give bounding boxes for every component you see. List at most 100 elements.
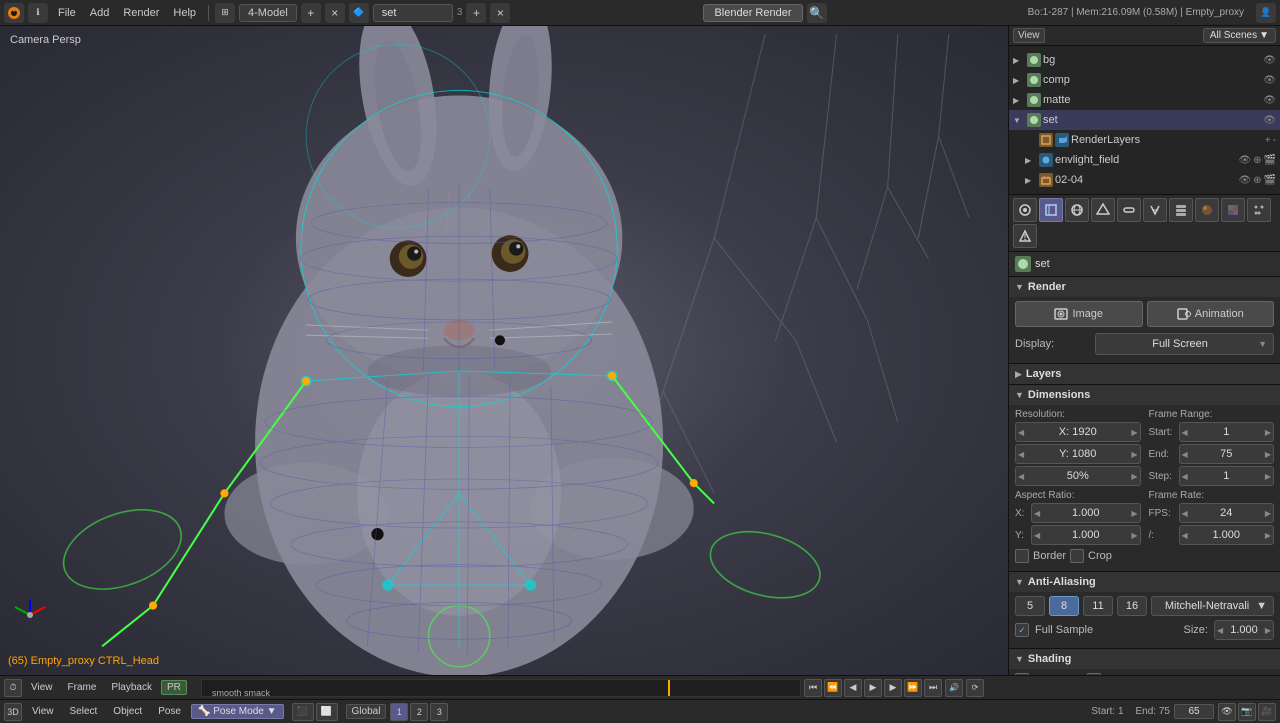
scene-props-icon[interactable] — [1039, 198, 1063, 222]
info-icon[interactable]: ℹ — [28, 3, 48, 23]
y-res-field[interactable]: ◀ Y: 1080 ▶ — [1015, 444, 1141, 464]
eye-icon-comp[interactable]: 👁 — [1263, 75, 1276, 86]
pose-menu[interactable]: Pose — [152, 704, 187, 719]
tree-item-bg[interactable]: ▶ bg 👁 — [1009, 50, 1280, 70]
render-props-icon[interactable] — [1013, 198, 1037, 222]
layer-btn-2[interactable]: 2 — [410, 703, 428, 721]
render-icon-0204[interactable]: 🎬 — [1264, 175, 1276, 186]
raytracing-checkbox[interactable] — [1087, 673, 1101, 675]
constraint-props-icon[interactable] — [1117, 198, 1141, 222]
shading-section-header[interactable]: ▼ Shading — [1009, 648, 1280, 669]
fps-field[interactable]: ◀ 24 ▶ — [1179, 503, 1275, 523]
eye-icon-env[interactable]: 👁 — [1238, 155, 1251, 166]
layers-section-header[interactable]: ▶ Layers — [1009, 363, 1280, 384]
aa-8-btn[interactable]: 8 — [1049, 596, 1079, 616]
overlay-btn-2[interactable]: 📷 — [1238, 703, 1256, 721]
render-engine-selector[interactable]: Blender Render — [703, 4, 802, 22]
cursor-icon-0204[interactable]: ⊕ — [1253, 175, 1261, 186]
menu-render[interactable]: Render — [117, 5, 165, 21]
overlay-btn-1[interactable]: 👁 — [1218, 703, 1236, 721]
layer-btn-3[interactable]: 3 — [430, 703, 448, 721]
size-field[interactable]: ◀ 1.000 ▶ — [1214, 620, 1274, 640]
timeline-ruler[interactable]: 0 5 10 15 20 25 30 35 40 45 50 smooth sm… — [201, 679, 801, 697]
textures-checkbox[interactable]: ✓ — [1015, 673, 1029, 675]
menu-add[interactable]: Add — [84, 5, 116, 21]
material-props-icon[interactable] — [1195, 198, 1219, 222]
step-field[interactable]: ◀ 1 ▶ — [1179, 466, 1275, 486]
eye-icon-bg[interactable]: 👁 — [1263, 55, 1276, 66]
layer-btn-1[interactable]: 1 — [390, 703, 408, 721]
scene-add-btn[interactable]: + — [466, 3, 486, 23]
object-props-icon[interactable] — [1091, 198, 1115, 222]
view-btn[interactable]: View — [1013, 28, 1045, 43]
current-frame-field[interactable]: 65 — [1174, 704, 1214, 719]
view-menu[interactable]: View — [26, 704, 60, 719]
window-type-selector[interactable]: 4-Model — [239, 4, 297, 22]
crop-checkbox[interactable] — [1070, 549, 1084, 563]
remove-rl-icon[interactable]: - — [1273, 135, 1276, 146]
percent-field[interactable]: ◀ 50% ▶ — [1015, 466, 1141, 486]
blender-logo[interactable] — [4, 3, 24, 23]
timeline-playback-btn[interactable]: Playback — [105, 680, 158, 695]
menu-file[interactable]: File — [52, 5, 82, 21]
timeline-frame-btn[interactable]: Frame — [62, 680, 103, 695]
eye-icon-matte[interactable]: 👁 — [1263, 95, 1276, 106]
remove-screen-btn[interactable]: × — [325, 3, 345, 23]
modifier-props-icon[interactable] — [1143, 198, 1167, 222]
aa-16-btn[interactable]: 16 — [1117, 596, 1147, 616]
scene-remove-btn[interactable]: × — [490, 3, 510, 23]
dimensions-section-header[interactable]: ▼ Dimensions — [1009, 384, 1280, 405]
aa-section-header[interactable]: ▼ Anti-Aliasing — [1009, 571, 1280, 592]
menu-help[interactable]: Help — [167, 5, 202, 21]
ax-field[interactable]: ◀ 1.000 ▶ — [1031, 503, 1141, 523]
aa-5-btn[interactable]: 5 — [1015, 596, 1045, 616]
user-prefs-btn[interactable]: 👤 — [1256, 3, 1276, 23]
image-render-btn[interactable]: Image — [1015, 301, 1143, 327]
data-props-icon[interactable] — [1169, 198, 1193, 222]
display-dropdown[interactable]: Full Screen ▼ — [1095, 333, 1274, 355]
timeline-view-icon[interactable]: ⏱ — [4, 679, 22, 697]
pr-btn[interactable]: PR — [161, 680, 187, 695]
animation-render-btn[interactable]: Animation — [1147, 301, 1275, 327]
wireframe-view-btn[interactable]: ⬜ — [316, 703, 338, 721]
next-frame-btn[interactable]: ▶ — [884, 679, 902, 697]
tree-item-envlight[interactable]: ▶ envlight_field 👁 ⊕ 🎬 — [1009, 150, 1280, 170]
aa-method-dropdown[interactable]: Mitchell-Netravali ▼ — [1151, 596, 1274, 616]
start-field[interactable]: ◀ 1 ▶ — [1179, 422, 1275, 442]
texture-props-icon[interactable] — [1221, 198, 1245, 222]
solid-view-btn[interactable]: ⬛ — [292, 703, 314, 721]
scene-icon[interactable]: 🔷 — [349, 3, 369, 23]
ay-field[interactable]: ◀ 1.000 ▶ — [1031, 525, 1141, 545]
render-icon-env[interactable]: 🎬 — [1264, 155, 1276, 166]
tree-item-matte[interactable]: ▶ matte 👁 — [1009, 90, 1280, 110]
prev-frame-btn[interactable]: ◀ — [844, 679, 862, 697]
mode-selector[interactable]: 🦴 Pose Mode ▼ — [191, 704, 284, 719]
timeline-view-btn[interactable]: View — [25, 680, 59, 695]
add-screen-btn[interactable]: + — [301, 3, 321, 23]
eye-icon-set[interactable]: 👁 — [1263, 115, 1276, 126]
tree-item-comp[interactable]: ▶ comp 👁 — [1009, 70, 1280, 90]
fps2-field[interactable]: ◀ 1.000 ▶ — [1179, 525, 1275, 545]
select-menu[interactable]: Select — [64, 704, 104, 719]
scene-selector[interactable]: set — [373, 4, 453, 22]
full-sample-checkbox[interactable]: ✓ — [1015, 623, 1029, 637]
world-props-icon[interactable] — [1065, 198, 1089, 222]
x-res-field[interactable]: ◀ X: 1920 ▶ — [1015, 422, 1141, 442]
global-local-btn[interactable]: Global — [346, 704, 387, 719]
tree-item-renderlayers[interactable]: RenderLayers + - — [1009, 130, 1280, 150]
eye-icon-0204[interactable]: 👁 — [1238, 175, 1251, 186]
sync-btn[interactable]: ⟳ — [966, 679, 984, 697]
play-btn[interactable]: ▶ — [864, 679, 882, 697]
border-checkbox[interactable] — [1015, 549, 1029, 563]
render-section-header[interactable]: ▼ Render — [1009, 276, 1280, 297]
viewport[interactable]: Camera Persp (65) Empty_proxy CTRL_Head — [0, 26, 1008, 675]
cursor-icon-env[interactable]: ⊕ — [1253, 155, 1261, 166]
next-keyframe-btn[interactable]: ⏩ — [904, 679, 922, 697]
add-rl-icon[interactable]: + — [1265, 135, 1271, 146]
tree-item-set[interactable]: ▼ set 👁 — [1009, 110, 1280, 130]
object-menu[interactable]: Object — [107, 704, 148, 719]
physics-props-icon[interactable] — [1013, 224, 1037, 248]
screen-layout-icon[interactable]: ⊞ — [215, 3, 235, 23]
overlay-btn-3[interactable]: 🎥 — [1258, 703, 1276, 721]
tree-item-02-04[interactable]: ▶ 02-04 👁 ⊕ 🎬 — [1009, 170, 1280, 190]
